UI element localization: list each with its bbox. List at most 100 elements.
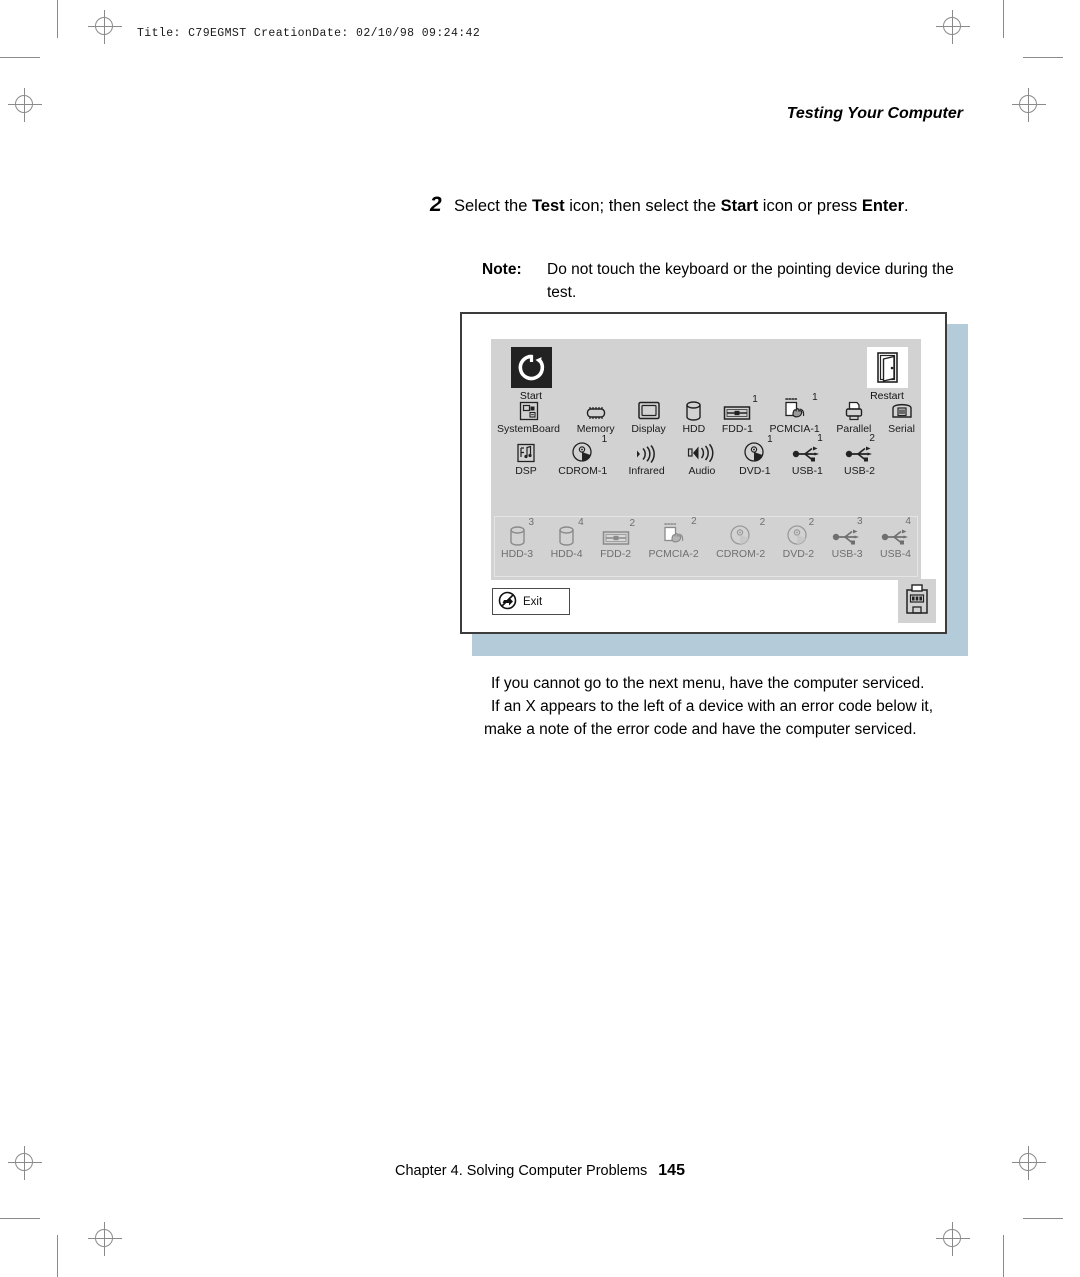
running-head: Testing Your Computer (786, 105, 963, 122)
usb-icon (880, 521, 911, 547)
device-cdrom-2[interactable]: 2 CDROM-2 (716, 518, 766, 561)
device-dvd-2[interactable]: 2 DVD-2 (782, 518, 815, 561)
registration-mark-bottom-center-left (88, 1222, 122, 1256)
body-paragraph-1: If you cannot go to the next menu, have … (491, 675, 925, 692)
step-number: 2 (430, 193, 442, 216)
device-systemboard[interactable]: SystemBoard (497, 396, 560, 435)
dsp-icon (515, 438, 537, 464)
docking-station-icon (904, 583, 930, 620)
page-footer: Chapter 4. Solving Computer Problems 145 (0, 1162, 1080, 1180)
device-parallel[interactable]: Parallel (836, 396, 871, 435)
device-label: DVD-1 (739, 465, 771, 477)
circular-arrow-icon (510, 347, 552, 388)
device-label: PCMCIA-2 (648, 548, 699, 560)
usb-icon (792, 438, 823, 464)
device-hdd[interactable]: HDD (682, 396, 705, 435)
device-serial[interactable]: Serial (888, 396, 915, 435)
device-usb-4[interactable]: 4 USB-4 (880, 517, 911, 561)
device-label: FDD-2 (600, 548, 632, 560)
restart-tile[interactable]: Restart (859, 347, 915, 402)
device-dsp[interactable]: DSP (515, 438, 537, 477)
step-bold-test: Test (531, 197, 565, 215)
floppy-drive-icon (600, 521, 631, 547)
device-cdrom-1[interactable]: 1 CDROM-1 (558, 435, 608, 478)
device-pcmcia-2[interactable]: 2 PCMCIA-2 (648, 517, 699, 561)
pcmcia-card-icon (649, 521, 699, 547)
hard-disk-icon (501, 521, 533, 547)
device-display[interactable]: Display (631, 396, 666, 435)
crop-line-top-left-vertical (57, 0, 58, 38)
device-label: FDD-1 (721, 423, 753, 435)
start-tile[interactable]: Start (503, 347, 559, 402)
device-label: USB-4 (880, 548, 911, 560)
device-label: USB-3 (831, 548, 863, 560)
floppy-drive-icon (722, 396, 753, 422)
registration-mark-top-center-right (936, 10, 970, 44)
crop-line-bottom-left-vertical (57, 1235, 58, 1277)
crop-line-bottom-left-horizontal (0, 1218, 40, 1219)
body-copy: If you cannot go to the next menu, have … (484, 672, 964, 741)
device-label: Memory (576, 423, 615, 435)
door-exit-icon (866, 347, 908, 388)
system-board-icon (497, 396, 560, 422)
crop-line-top-left-horizontal (0, 57, 40, 58)
device-hdd-4[interactable]: 4 HDD-4 (551, 518, 584, 561)
page-number: 145 (658, 1162, 685, 1179)
device-row-1: SystemBoard Memory Display HDD 1 FDD-1 1… (497, 393, 915, 436)
device-label: Infrared (628, 465, 665, 477)
dvd-disc-icon (783, 521, 815, 547)
device-hdd-3[interactable]: 3 HDD-3 (501, 518, 534, 561)
device-usb-2[interactable]: 2 USB-2 (844, 434, 875, 478)
device-label: USB-2 (844, 465, 875, 477)
device-label: DSP (515, 465, 537, 477)
diagnostics-dialog: Start Restart SystemBoard Memory Display… (460, 312, 947, 634)
device-superscript: 1 (752, 394, 758, 405)
telephone-icon (888, 396, 915, 422)
device-label: HDD (682, 423, 706, 435)
device-label: USB-1 (791, 465, 823, 477)
device-audio[interactable]: Audio (686, 438, 718, 477)
speaker-icon (686, 438, 718, 464)
note-text: Do not touch the keyboard or the pointin… (547, 261, 954, 301)
device-infrared[interactable]: Infrared (628, 438, 665, 477)
cdrom-disc-icon (716, 521, 765, 547)
device-fdd-2[interactable]: 2 FDD-2 (600, 519, 635, 561)
hard-disk-icon (682, 396, 705, 422)
job-info-line: Title: C79EGMST CreationDate: 02/10/98 0… (137, 27, 481, 40)
registration-mark-bottom-center-right (936, 1222, 970, 1256)
device-row-3: 3 HDD-3 4 HDD-4 2 FDD-2 2 PCMCIA-2 2 CDR… (501, 517, 911, 561)
device-label: Audio (688, 465, 716, 477)
device-pcmcia-1[interactable]: 1 PCMCIA-1 (769, 393, 820, 436)
crop-line-top-right-horizontal (1023, 57, 1063, 58)
device-fdd-1[interactable]: 1 FDD-1 (721, 395, 758, 436)
device-label: CDROM-1 (558, 465, 608, 477)
crop-line-bottom-right-horizontal (1023, 1218, 1063, 1219)
note-label: Note: (482, 261, 522, 278)
display-monitor-icon (631, 396, 665, 422)
step-text: Select the Test icon; then select the St… (454, 194, 970, 218)
device-dvd-1[interactable]: 1 DVD-1 (739, 435, 773, 478)
diagnostics-figure: Start Restart SystemBoard Memory Display… (460, 312, 968, 656)
device-label: CDROM-2 (716, 548, 766, 560)
device-label: DVD-2 (782, 548, 815, 560)
registration-mark-top-center-left (88, 10, 122, 44)
device-label: SystemBoard (497, 423, 561, 435)
dvd-disc-icon (739, 438, 771, 464)
step-text-part3: icon or press (758, 197, 862, 215)
device-label: PCMCIA-1 (769, 423, 820, 435)
device-memory[interactable]: Memory (577, 396, 615, 435)
numbered-step: 2 Select the Test icon; then select the … (430, 194, 970, 218)
no-entry-arrow-icon (498, 591, 517, 613)
device-panel: Start Restart SystemBoard Memory Display… (491, 339, 921, 580)
infrared-icon (628, 438, 664, 464)
docking-station-tile[interactable] (898, 579, 936, 623)
device-label: HDD-3 (501, 548, 534, 560)
device-usb-1[interactable]: 1 USB-1 (791, 434, 823, 478)
cdrom-disc-icon (558, 438, 607, 464)
device-label: Parallel (836, 423, 872, 435)
exit-button[interactable]: Exit (492, 588, 570, 615)
step-text-part4: . (904, 197, 909, 215)
memory-chip-icon (577, 396, 615, 422)
pcmcia-card-icon (770, 396, 820, 422)
device-usb-3[interactable]: 3 USB-3 (831, 517, 863, 561)
